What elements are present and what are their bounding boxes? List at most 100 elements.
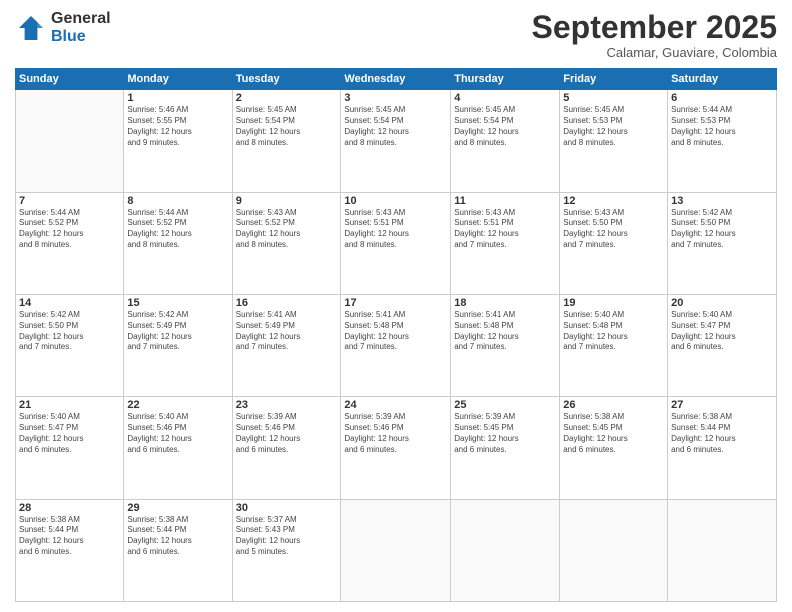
day-number: 8 xyxy=(127,195,228,207)
calendar-cell xyxy=(16,90,124,192)
day-number: 22 xyxy=(127,399,228,411)
day-number: 19 xyxy=(563,297,664,309)
calendar-cell: 9Sunrise: 5:43 AM Sunset: 5:52 PM Daylig… xyxy=(232,192,341,294)
day-number: 3 xyxy=(344,92,447,104)
logo: General Blue xyxy=(15,10,111,45)
calendar-cell xyxy=(341,499,451,601)
calendar-cell: 21Sunrise: 5:40 AM Sunset: 5:47 PM Dayli… xyxy=(16,397,124,499)
calendar-cell: 24Sunrise: 5:39 AM Sunset: 5:46 PM Dayli… xyxy=(341,397,451,499)
day-info: Sunrise: 5:43 AM Sunset: 5:52 PM Dayligh… xyxy=(236,208,338,251)
day-number: 24 xyxy=(344,399,447,411)
calendar-header-row: Sunday Monday Tuesday Wednesday Thursday… xyxy=(16,69,777,90)
calendar-cell: 3Sunrise: 5:45 AM Sunset: 5:54 PM Daylig… xyxy=(341,90,451,192)
day-number: 29 xyxy=(127,502,228,514)
day-number: 21 xyxy=(19,399,120,411)
day-number: 6 xyxy=(671,92,773,104)
day-number: 14 xyxy=(19,297,120,309)
day-number: 4 xyxy=(454,92,556,104)
header-thursday: Thursday xyxy=(451,69,560,90)
day-info: Sunrise: 5:41 AM Sunset: 5:48 PM Dayligh… xyxy=(344,310,447,353)
day-info: Sunrise: 5:44 AM Sunset: 5:52 PM Dayligh… xyxy=(19,208,120,251)
day-info: Sunrise: 5:43 AM Sunset: 5:50 PM Dayligh… xyxy=(563,208,664,251)
calendar: Sunday Monday Tuesday Wednesday Thursday… xyxy=(15,68,777,602)
calendar-week-5: 28Sunrise: 5:38 AM Sunset: 5:44 PM Dayli… xyxy=(16,499,777,601)
calendar-cell: 16Sunrise: 5:41 AM Sunset: 5:49 PM Dayli… xyxy=(232,294,341,396)
day-info: Sunrise: 5:43 AM Sunset: 5:51 PM Dayligh… xyxy=(454,208,556,251)
calendar-week-4: 21Sunrise: 5:40 AM Sunset: 5:47 PM Dayli… xyxy=(16,397,777,499)
day-number: 5 xyxy=(563,92,664,104)
calendar-cell: 20Sunrise: 5:40 AM Sunset: 5:47 PM Dayli… xyxy=(668,294,777,396)
day-info: Sunrise: 5:42 AM Sunset: 5:49 PM Dayligh… xyxy=(127,310,228,353)
day-number: 9 xyxy=(236,195,338,207)
day-info: Sunrise: 5:38 AM Sunset: 5:44 PM Dayligh… xyxy=(127,515,228,558)
day-number: 13 xyxy=(671,195,773,207)
day-info: Sunrise: 5:40 AM Sunset: 5:46 PM Dayligh… xyxy=(127,412,228,455)
calendar-cell xyxy=(560,499,668,601)
header-wednesday: Wednesday xyxy=(341,69,451,90)
day-number: 17 xyxy=(344,297,447,309)
calendar-cell xyxy=(451,499,560,601)
day-info: Sunrise: 5:39 AM Sunset: 5:46 PM Dayligh… xyxy=(344,412,447,455)
header: General Blue September 2025 Calamar, Gua… xyxy=(15,10,777,60)
day-info: Sunrise: 5:40 AM Sunset: 5:48 PM Dayligh… xyxy=(563,310,664,353)
day-info: Sunrise: 5:41 AM Sunset: 5:49 PM Dayligh… xyxy=(236,310,338,353)
day-number: 2 xyxy=(236,92,338,104)
page: General Blue September 2025 Calamar, Gua… xyxy=(0,0,792,612)
header-saturday: Saturday xyxy=(668,69,777,90)
day-info: Sunrise: 5:42 AM Sunset: 5:50 PM Dayligh… xyxy=(671,208,773,251)
calendar-cell: 23Sunrise: 5:39 AM Sunset: 5:46 PM Dayli… xyxy=(232,397,341,499)
calendar-cell: 28Sunrise: 5:38 AM Sunset: 5:44 PM Dayli… xyxy=(16,499,124,601)
calendar-cell: 10Sunrise: 5:43 AM Sunset: 5:51 PM Dayli… xyxy=(341,192,451,294)
day-info: Sunrise: 5:39 AM Sunset: 5:46 PM Dayligh… xyxy=(236,412,338,455)
calendar-cell xyxy=(668,499,777,601)
calendar-cell: 2Sunrise: 5:45 AM Sunset: 5:54 PM Daylig… xyxy=(232,90,341,192)
calendar-cell: 4Sunrise: 5:45 AM Sunset: 5:54 PM Daylig… xyxy=(451,90,560,192)
day-number: 23 xyxy=(236,399,338,411)
calendar-cell: 11Sunrise: 5:43 AM Sunset: 5:51 PM Dayli… xyxy=(451,192,560,294)
day-number: 18 xyxy=(454,297,556,309)
day-number: 10 xyxy=(344,195,447,207)
day-info: Sunrise: 5:45 AM Sunset: 5:53 PM Dayligh… xyxy=(563,105,664,148)
header-tuesday: Tuesday xyxy=(232,69,341,90)
day-number: 1 xyxy=(127,92,228,104)
day-number: 25 xyxy=(454,399,556,411)
calendar-cell: 29Sunrise: 5:38 AM Sunset: 5:44 PM Dayli… xyxy=(124,499,232,601)
day-number: 7 xyxy=(19,195,120,207)
calendar-week-2: 7Sunrise: 5:44 AM Sunset: 5:52 PM Daylig… xyxy=(16,192,777,294)
logo-text: General Blue xyxy=(51,10,111,45)
calendar-cell: 19Sunrise: 5:40 AM Sunset: 5:48 PM Dayli… xyxy=(560,294,668,396)
calendar-cell: 22Sunrise: 5:40 AM Sunset: 5:46 PM Dayli… xyxy=(124,397,232,499)
day-info: Sunrise: 5:46 AM Sunset: 5:55 PM Dayligh… xyxy=(127,105,228,148)
day-number: 12 xyxy=(563,195,664,207)
calendar-cell: 18Sunrise: 5:41 AM Sunset: 5:48 PM Dayli… xyxy=(451,294,560,396)
day-number: 20 xyxy=(671,297,773,309)
day-info: Sunrise: 5:44 AM Sunset: 5:53 PM Dayligh… xyxy=(671,105,773,148)
calendar-cell: 13Sunrise: 5:42 AM Sunset: 5:50 PM Dayli… xyxy=(668,192,777,294)
header-sunday: Sunday xyxy=(16,69,124,90)
day-info: Sunrise: 5:43 AM Sunset: 5:51 PM Dayligh… xyxy=(344,208,447,251)
day-info: Sunrise: 5:38 AM Sunset: 5:45 PM Dayligh… xyxy=(563,412,664,455)
calendar-cell: 6Sunrise: 5:44 AM Sunset: 5:53 PM Daylig… xyxy=(668,90,777,192)
day-info: Sunrise: 5:38 AM Sunset: 5:44 PM Dayligh… xyxy=(19,515,120,558)
calendar-cell: 17Sunrise: 5:41 AM Sunset: 5:48 PM Dayli… xyxy=(341,294,451,396)
subtitle: Calamar, Guaviare, Colombia xyxy=(532,45,777,60)
calendar-cell: 7Sunrise: 5:44 AM Sunset: 5:52 PM Daylig… xyxy=(16,192,124,294)
logo-icon xyxy=(15,12,47,44)
calendar-cell: 8Sunrise: 5:44 AM Sunset: 5:52 PM Daylig… xyxy=(124,192,232,294)
calendar-week-1: 1Sunrise: 5:46 AM Sunset: 5:55 PM Daylig… xyxy=(16,90,777,192)
month-title: September 2025 xyxy=(532,10,777,45)
day-number: 27 xyxy=(671,399,773,411)
calendar-cell: 27Sunrise: 5:38 AM Sunset: 5:44 PM Dayli… xyxy=(668,397,777,499)
day-info: Sunrise: 5:40 AM Sunset: 5:47 PM Dayligh… xyxy=(19,412,120,455)
day-number: 16 xyxy=(236,297,338,309)
calendar-cell: 5Sunrise: 5:45 AM Sunset: 5:53 PM Daylig… xyxy=(560,90,668,192)
day-info: Sunrise: 5:45 AM Sunset: 5:54 PM Dayligh… xyxy=(236,105,338,148)
day-number: 26 xyxy=(563,399,664,411)
day-info: Sunrise: 5:37 AM Sunset: 5:43 PM Dayligh… xyxy=(236,515,338,558)
day-info: Sunrise: 5:39 AM Sunset: 5:45 PM Dayligh… xyxy=(454,412,556,455)
day-info: Sunrise: 5:41 AM Sunset: 5:48 PM Dayligh… xyxy=(454,310,556,353)
calendar-cell: 25Sunrise: 5:39 AM Sunset: 5:45 PM Dayli… xyxy=(451,397,560,499)
calendar-cell: 12Sunrise: 5:43 AM Sunset: 5:50 PM Dayli… xyxy=(560,192,668,294)
calendar-week-3: 14Sunrise: 5:42 AM Sunset: 5:50 PM Dayli… xyxy=(16,294,777,396)
day-number: 11 xyxy=(454,195,556,207)
